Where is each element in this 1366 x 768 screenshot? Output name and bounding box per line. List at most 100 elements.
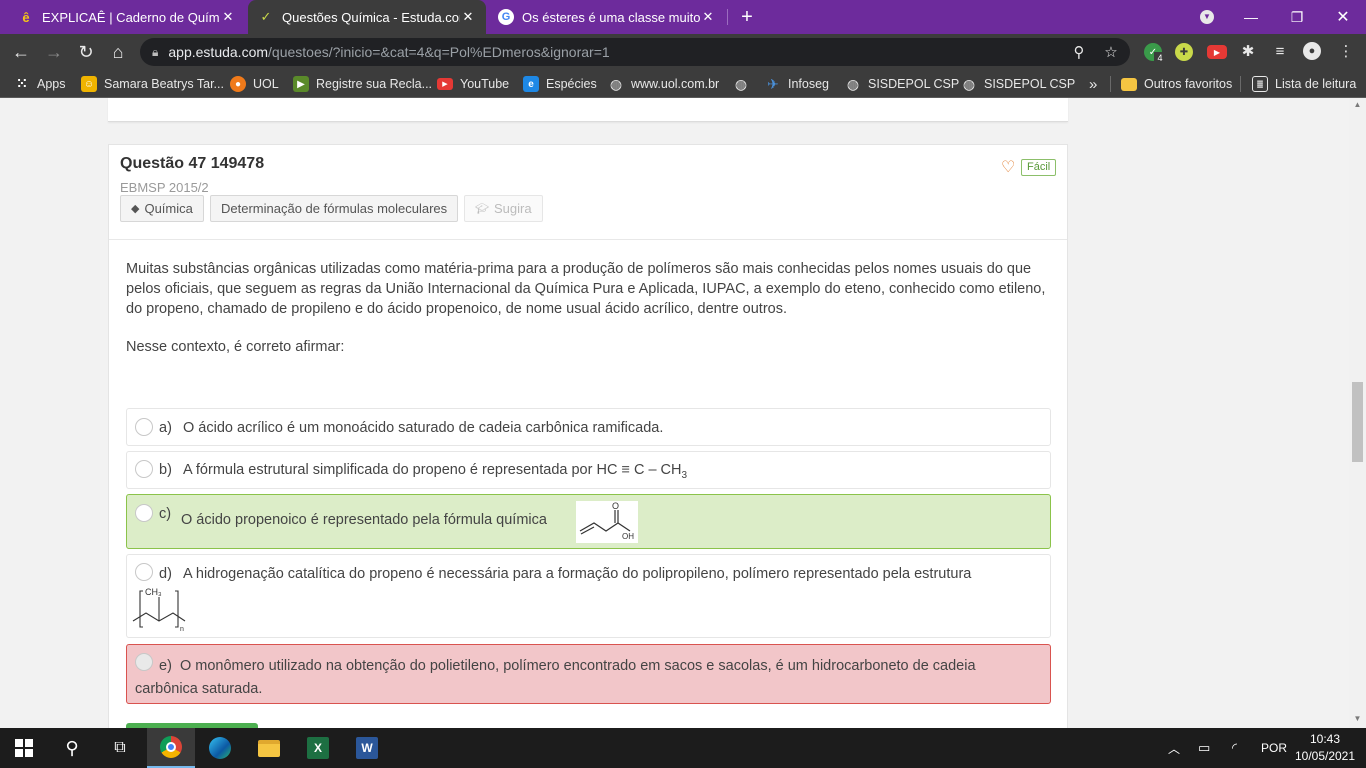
option-text: O monômero utilizado na obtenção do poli… — [135, 658, 976, 697]
acrylic-acid-structure-image: O OH — [576, 501, 638, 543]
reading-list-button[interactable]: ≣ Lista de leitura — [1252, 74, 1356, 94]
bookmark-star-icon[interactable]: ☆ — [1099, 40, 1123, 64]
suggest-button[interactable]: 🎓︎ Sugira — [464, 195, 543, 222]
lock-icon[interactable]: 🔒︎ — [152, 45, 158, 60]
bookmark-infoseg[interactable]: ✈ Infoseg — [765, 74, 829, 94]
battery-icon[interactable]: ▭ — [1198, 728, 1210, 768]
contact-icon: ☺ — [81, 76, 97, 92]
new-tab-button[interactable]: + — [736, 7, 758, 29]
home-button[interactable]: ⌂ — [105, 39, 131, 65]
menu-kebab-icon[interactable]: ⋮ — [1334, 39, 1358, 63]
bookmarks-separator — [1240, 76, 1241, 92]
close-icon[interactable]: ✕ — [460, 9, 476, 25]
forward-button[interactable]: → — [41, 39, 67, 65]
radio-button[interactable] — [135, 418, 153, 436]
bookmark-sisdepol-2[interactable]: ◍ SISDEPOL CSP — [961, 74, 1075, 94]
url-path: /questoes/?inicio=&cat=4&q=Pol%EDmeros&i… — [268, 44, 610, 60]
tab-search-button[interactable]: ▼ — [1184, 0, 1230, 34]
tab-explicae[interactable]: ê EXPLICAÊ | Caderno de Química ✕ — [8, 0, 246, 34]
option-b[interactable]: b) A fórmula estrutural simplificada do … — [126, 451, 1051, 489]
puzzle-extensions-icon[interactable]: ✱ — [1236, 39, 1260, 63]
bookmark-label: Outros favoritos — [1144, 77, 1233, 91]
bookmark-uol[interactable]: ● UOL — [230, 74, 279, 94]
scroll-up-arrow-icon[interactable]: ▲ — [1349, 98, 1366, 112]
start-button[interactable] — [0, 728, 48, 768]
clock-date: 10/05/2021 — [1294, 749, 1356, 763]
bookmark-youtube[interactable]: ▶ YouTube — [437, 74, 509, 94]
formula-repeat-label: n — [180, 626, 184, 633]
tag-topic[interactable]: Determinação de fórmulas moleculares — [210, 195, 459, 222]
bookmarks-separator — [1110, 76, 1111, 92]
close-icon[interactable]: ✕ — [220, 9, 236, 25]
search-icon[interactable]: ⚲ — [48, 728, 96, 768]
close-window-button[interactable]: ✕ — [1320, 0, 1366, 34]
tab-separator — [727, 9, 728, 25]
option-letter: a) — [159, 420, 172, 436]
radio-button[interactable] — [135, 504, 153, 522]
address-bar[interactable]: 🔒︎ app.estuda.com /questoes/?inicio=&cat… — [140, 38, 1130, 66]
option-e[interactable]: e) O monômero utilizado na obtenção do p… — [126, 644, 1051, 704]
bookmark-label: Apps — [37, 77, 66, 91]
task-view-icon[interactable]: ⧉ — [96, 728, 144, 768]
windows-logo-icon — [15, 739, 33, 757]
option-d[interactable]: d) A hidrogenação catalítica do propeno … — [126, 554, 1051, 638]
option-text: O ácido acrílico é um monoácido saturado… — [183, 420, 664, 436]
clock-time: 10:43 — [1309, 732, 1341, 746]
bookmark-label: Lista de leitura — [1275, 77, 1357, 91]
bookmarks-overflow-button[interactable]: » — [1089, 74, 1097, 94]
tag-subject[interactable]: ◆ Química — [120, 195, 204, 222]
infoseg-icon: ✈ — [767, 75, 779, 92]
media-playlist-icon[interactable]: ≡ — [1268, 39, 1292, 63]
difficulty-badge: Fácil — [1021, 159, 1057, 176]
radio-button[interactable] — [135, 563, 153, 581]
language-indicator[interactable]: POR — [1261, 728, 1287, 768]
wifi-icon[interactable]: ◜ — [1232, 728, 1237, 768]
bookmark-especies[interactable]: e Espécies — [523, 74, 597, 94]
bookmark-uol-www[interactable]: ◍ www.uol.com.br — [608, 74, 719, 94]
file-explorer-taskbar-icon[interactable] — [245, 728, 293, 768]
bookmark-apps[interactable]: ⁙ Apps — [14, 74, 66, 94]
profile-avatar-icon[interactable]: ● — [1300, 39, 1324, 63]
estuda-extension-icon[interactable]: ✚ — [1175, 43, 1193, 61]
option-text: O ácido propenoico é representado pela f… — [181, 512, 547, 528]
tab-estuda[interactable]: ✓ Questões Química - Estuda.com E ✕ — [248, 0, 486, 34]
radio-button[interactable] — [135, 460, 153, 478]
other-favorites-folder[interactable]: Outros favoritos — [1121, 74, 1232, 94]
minimize-button[interactable]: — — [1228, 0, 1274, 34]
word-taskbar-icon[interactable]: W — [343, 728, 391, 768]
close-icon[interactable]: ✕ — [700, 9, 716, 25]
video-extension-icon[interactable]: ▶ — [1207, 45, 1227, 59]
tab-title: Os ésteres é uma classe muito im — [522, 9, 700, 25]
tag-label: Química — [144, 201, 193, 216]
show-hidden-icons-button[interactable]: ︿ — [1168, 728, 1180, 768]
bookmark-label: UOL — [253, 77, 279, 91]
taskbar-clock[interactable]: 10:43 10/05/2021 — [1288, 731, 1362, 765]
bookmark-label: Samara Beatrys Tar... — [104, 77, 224, 91]
scroll-down-arrow-icon[interactable]: ▼ — [1349, 712, 1366, 726]
chrome-taskbar-icon[interactable] — [147, 728, 195, 768]
option-text: A fórmula estrutural simplificada do pro… — [183, 462, 682, 478]
bookmark-samara[interactable]: ☺ Samara Beatrys Tar... — [81, 74, 224, 94]
scrollbar-thumb[interactable] — [1352, 382, 1363, 462]
especies-icon: e — [523, 76, 539, 92]
option-a[interactable]: a) O ácido acrílico é um monoácido satur… — [126, 408, 1051, 446]
edge-taskbar-icon[interactable] — [196, 728, 244, 768]
bookmark-sisdepol-1[interactable]: ◍ SISDEPOL CSP — [845, 74, 959, 94]
heart-icon[interactable]: ♡ — [1001, 160, 1017, 176]
bookmark-unnamed[interactable]: ◍ — [733, 74, 756, 94]
search-icon[interactable]: ⚲ — [1067, 40, 1091, 64]
option-subscript: 3 — [681, 469, 688, 481]
tab-google[interactable]: G Os ésteres é uma classe muito im ✕ — [488, 0, 726, 34]
browser-tab-strip: ê EXPLICAÊ | Caderno de Química ✕ ✓ Ques… — [0, 0, 1366, 34]
option-c[interactable]: c) O ácido propenoico é representado pel… — [126, 494, 1051, 549]
globe-icon: ◍ — [962, 75, 976, 92]
back-button[interactable]: ← — [8, 39, 34, 65]
globe-icon: ◍ — [609, 75, 623, 92]
page-scrollbar[interactable]: ▲ ▼ — [1349, 98, 1366, 728]
reload-button[interactable]: ↻ — [73, 39, 99, 65]
bookmark-reclame[interactable]: ▶ Registre sua Recla... — [293, 74, 432, 94]
excel-taskbar-icon[interactable]: X — [294, 728, 342, 768]
globe-icon: ◍ — [846, 75, 860, 92]
question-statement: Muitas substâncias orgânicas utilizadas … — [126, 261, 1046, 317]
restore-button[interactable]: ❐ — [1274, 0, 1320, 34]
